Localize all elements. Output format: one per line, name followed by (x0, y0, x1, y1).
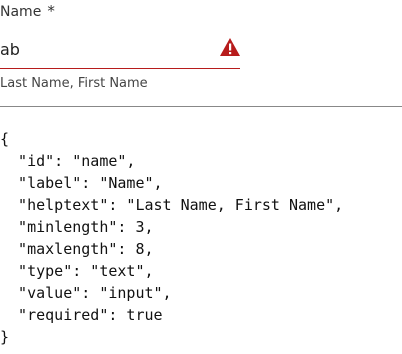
code-line: "label": "Name", (0, 174, 163, 192)
code-line: } (0, 328, 10, 346)
json-code-block: { "id": "name", "label": "Name", "helpte… (0, 128, 343, 348)
field-label: Name * (0, 2, 55, 21)
field-label-text: Name (0, 4, 42, 20)
name-input[interactable] (0, 36, 200, 62)
code-line: "type": "text", (0, 262, 154, 280)
code-line: { (0, 130, 10, 148)
field-helptext: Last Name, First Name (0, 76, 148, 91)
code-line: "value": "input", (0, 284, 172, 302)
code-line: "maxlength": 8, (0, 240, 154, 258)
divider (0, 106, 402, 107)
code-line: "required": true (0, 306, 163, 324)
input-row (0, 34, 240, 69)
warning-icon (220, 38, 240, 56)
code-line: "helptext": "Last Name, First Name", (0, 196, 344, 214)
code-line: "minlength": 3, (0, 218, 154, 236)
code-line: "id": "name", (0, 152, 136, 170)
required-marker: * (47, 2, 55, 20)
